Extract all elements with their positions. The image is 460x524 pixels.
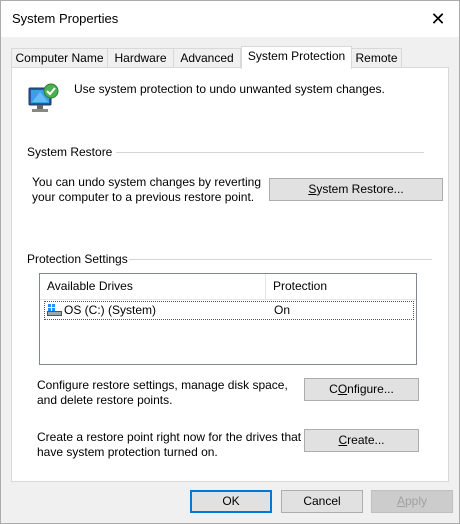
tab-panel: Use system protection to undo unwanted s… [11,67,449,482]
system-restore-description-1: You can undo system changes by reverting [32,175,262,189]
configure-description-1: Configure restore settings, manage disk … [37,378,288,392]
title-bar: System Properties ✕ [1,1,459,37]
mnemonic-letter: C [338,433,348,447]
group-divider [129,259,432,260]
drive-name: OS (C:) (System) [64,303,156,317]
system-restore-button[interactable]: System Restore... [269,178,443,201]
drive-protection-status: On [274,303,291,317]
configure-button[interactable]: COnfigure... [304,378,419,401]
drive-icon [47,304,62,316]
create-button[interactable]: Create... [304,429,419,452]
system-properties-window: System Properties ✕ Computer Name Hardwa… [0,0,460,524]
table-row[interactable]: OS (C:) (System) On [44,301,414,320]
window-title: System Properties [12,11,119,26]
column-header-protection[interactable]: Protection [266,274,416,299]
button-label: reate... [347,433,385,447]
tab-strip: Computer Name Hardware Advanced System P… [11,46,451,69]
tab-remote[interactable]: Remote [351,48,402,68]
column-header-available-drives[interactable]: Available Drives [40,274,265,299]
tab-system-protection[interactable]: System Protection [241,46,352,69]
configure-description-2: and delete restore points. [37,393,173,407]
button-label: pply [405,494,428,508]
create-description-1: Create a restore point right now for the… [37,430,302,444]
button-label: nfigure... [347,382,394,396]
tab-advanced[interactable]: Advanced [173,48,241,68]
intro-text: Use system protection to undo unwanted s… [74,82,385,96]
drives-list[interactable]: Available Drives Protection OS (C:) (Sys… [39,273,417,365]
protection-settings-heading: Protection Settings [27,252,133,266]
close-icon[interactable]: ✕ [423,4,453,34]
ok-button[interactable]: OK [190,490,272,513]
create-description-2: have system protection turned on. [37,445,218,459]
mnemonic-letter: O [337,382,348,396]
mnemonic-letter: A [396,494,405,508]
system-restore-description-2: your computer to a previous restore poin… [32,190,255,204]
group-divider [116,152,424,153]
tab-hardware[interactable]: Hardware [107,48,174,68]
button-label: ystem Restore... [316,182,404,196]
dialog-footer: OK Cancel Apply [1,482,459,523]
list-header: Available Drives Protection [40,274,416,300]
button-label: C [329,382,338,396]
system-restore-heading: System Restore [27,145,118,159]
tab-computer-name[interactable]: Computer Name [11,48,108,68]
cancel-button[interactable]: Cancel [281,490,363,513]
system-protection-icon [28,83,59,112]
apply-button[interactable]: Apply [371,490,453,513]
